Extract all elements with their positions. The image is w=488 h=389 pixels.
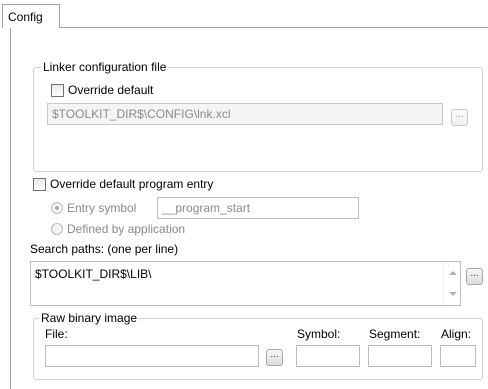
search-paths-field[interactable]: $TOOLKIT_DIR$\LIB\ (30, 261, 461, 306)
ellipsis-icon: ... (455, 109, 464, 120)
override-default-checkbox[interactable] (51, 84, 64, 97)
entry-symbol-value: __program_start (162, 201, 251, 215)
search-paths-scrollbar[interactable] (443, 262, 460, 305)
scroll-up-arrow-icon[interactable] (449, 271, 457, 275)
override-program-entry-label: Override default program entry (50, 177, 214, 191)
tab-config[interactable]: Config (2, 4, 60, 28)
override-default-label: Override default (68, 83, 154, 97)
linker-config-path-field[interactable]: $TOOLKIT_DIR$\CONFIG\lnk.xcl (47, 103, 443, 125)
linker-config-legend: Linker configuration file (41, 60, 169, 74)
search-paths-label: Search paths: (one per line) (30, 242, 179, 256)
raw-binary-browse-button[interactable]: ... (266, 349, 283, 366)
raw-binary-file-field[interactable] (45, 345, 259, 367)
ellipsis-icon: ... (470, 268, 479, 279)
segment-label: Segment: (369, 327, 421, 341)
tab-config-label: Config (8, 10, 43, 24)
entry-symbol-label: Entry symbol (67, 201, 137, 215)
entry-symbol-field[interactable]: __program_start (157, 197, 359, 219)
search-paths-browse-button[interactable]: ... (466, 268, 483, 285)
raw-binary-symbol-field[interactable] (296, 345, 360, 367)
symbol-label: Symbol: (297, 327, 341, 341)
raw-binary-segment-field[interactable] (368, 345, 432, 367)
linker-config-browse-button[interactable]: ... (451, 109, 468, 126)
defined-by-application-radio[interactable] (51, 223, 63, 235)
raw-binary-legend: Raw binary image (39, 311, 140, 325)
entry-symbol-radio[interactable] (51, 202, 63, 214)
file-label: File: (45, 327, 68, 341)
defined-by-application-label: Defined by application (67, 222, 186, 236)
scroll-down-arrow-icon[interactable] (449, 292, 457, 296)
align-label: Align: (441, 327, 472, 341)
search-paths-value: $TOOLKIT_DIR$\LIB\ (35, 267, 152, 281)
linker-config-path-value: $TOOLKIT_DIR$\CONFIG\lnk.xcl (52, 107, 231, 121)
ellipsis-icon: ... (270, 349, 279, 360)
override-program-entry-checkbox[interactable] (33, 178, 46, 191)
raw-binary-align-field[interactable] (440, 345, 476, 367)
